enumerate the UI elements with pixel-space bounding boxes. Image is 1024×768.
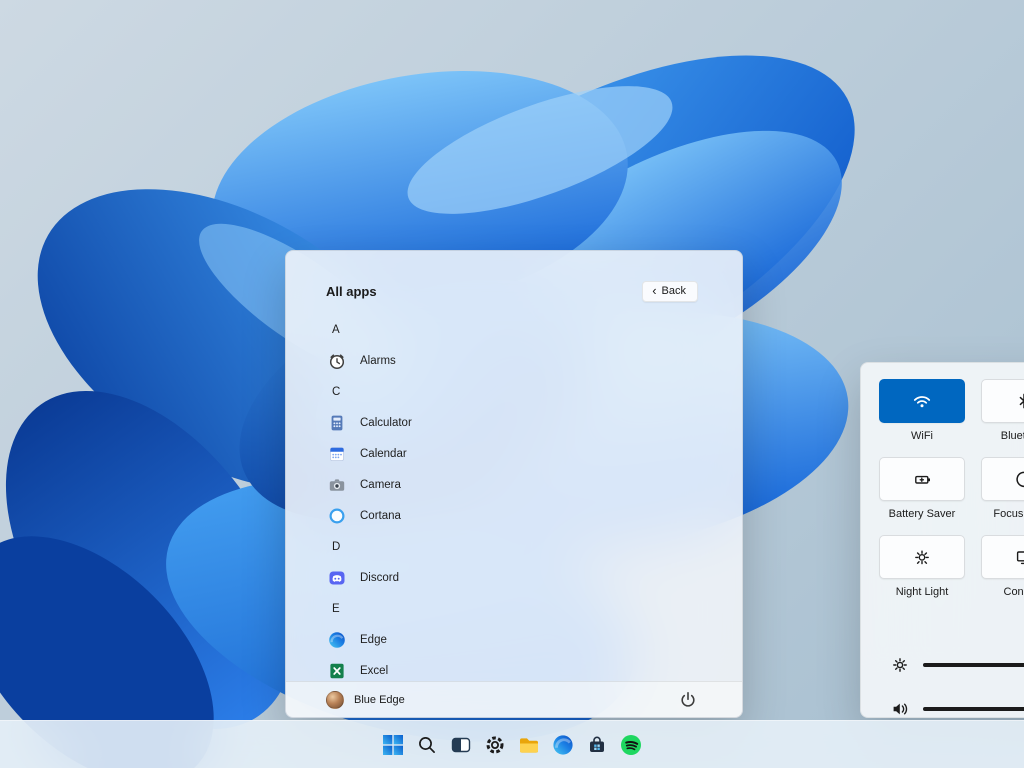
gear-icon bbox=[484, 734, 506, 756]
app-row-camera[interactable]: Camera bbox=[326, 469, 702, 500]
all-apps-header: All apps ‹ Back bbox=[286, 251, 742, 308]
wifi-icon bbox=[912, 391, 932, 411]
app-row-alarms[interactable]: Alarms bbox=[326, 345, 702, 376]
app-label: Excel bbox=[360, 665, 388, 677]
sun-icon bbox=[912, 547, 932, 567]
brightness-slider[interactable] bbox=[923, 663, 1024, 667]
alarms-icon bbox=[327, 351, 347, 371]
user-name: Blue Edge bbox=[354, 694, 405, 706]
excel-icon bbox=[327, 661, 347, 681]
qs-label: Night Light bbox=[896, 586, 949, 598]
section-letter-a[interactable]: A bbox=[326, 314, 702, 345]
edge-icon bbox=[552, 734, 574, 756]
taskbar-icon-group bbox=[376, 725, 648, 765]
page-title: All apps bbox=[326, 284, 377, 299]
focus-assist-tile[interactable] bbox=[981, 457, 1024, 501]
task-view-button[interactable] bbox=[444, 725, 478, 765]
power-button[interactable] bbox=[674, 686, 702, 714]
app-row-cortana[interactable]: Cortana bbox=[326, 500, 702, 531]
app-row-calendar[interactable]: Calendar bbox=[326, 438, 702, 469]
volume-slider-row bbox=[891, 699, 1024, 719]
back-label: Back bbox=[662, 285, 686, 297]
discord-icon bbox=[327, 568, 347, 588]
app-label: Edge bbox=[360, 634, 387, 646]
taskbar bbox=[0, 720, 1024, 768]
qs-cell-focus-assist: Focus assist bbox=[981, 457, 1024, 533]
volume-icon bbox=[891, 700, 909, 718]
power-icon bbox=[678, 690, 698, 710]
app-label: Calendar bbox=[360, 448, 407, 460]
edge-button[interactable] bbox=[546, 725, 580, 765]
spotify-button[interactable] bbox=[614, 725, 648, 765]
settings-button[interactable] bbox=[478, 725, 512, 765]
brightness-icon bbox=[891, 656, 909, 674]
app-row-discord[interactable]: Discord bbox=[326, 562, 702, 593]
app-row-edge[interactable]: Edge bbox=[326, 624, 702, 655]
store-bag-icon bbox=[586, 734, 608, 756]
qs-cell-bluetooth: Bluetooth bbox=[981, 379, 1024, 455]
section-letter-e[interactable]: E bbox=[326, 593, 702, 624]
battery-saver-tile[interactable] bbox=[879, 457, 965, 501]
app-row-calculator[interactable]: Calculator bbox=[326, 407, 702, 438]
search-button[interactable] bbox=[410, 725, 444, 765]
edge-icon bbox=[327, 630, 347, 650]
calendar-icon bbox=[327, 444, 347, 464]
chevron-left-icon: ‹ bbox=[652, 286, 656, 296]
start-menu-all-apps: All apps ‹ Back A Alarms C Calculator Ca… bbox=[285, 250, 743, 718]
night-light-tile[interactable] bbox=[879, 535, 965, 579]
app-label: Cortana bbox=[360, 510, 401, 522]
qs-label: WiFi bbox=[911, 430, 933, 442]
battery-saver-icon bbox=[912, 469, 932, 489]
apps-list: A Alarms C Calculator Calendar Camera bbox=[286, 308, 742, 681]
start-button[interactable] bbox=[376, 725, 410, 765]
user-profile-button[interactable]: Blue Edge bbox=[326, 691, 405, 709]
spotify-icon bbox=[620, 734, 642, 756]
qs-cell-connect: Connect bbox=[981, 535, 1024, 611]
start-menu-footer: Blue Edge bbox=[286, 681, 742, 717]
qs-label: Connect bbox=[1004, 586, 1024, 598]
connect-tile[interactable] bbox=[981, 535, 1024, 579]
back-button[interactable]: ‹ Back bbox=[642, 281, 698, 302]
cortana-icon bbox=[327, 506, 347, 526]
file-explorer-button[interactable] bbox=[512, 725, 546, 765]
qs-cell-battery-saver: Battery Saver bbox=[879, 457, 965, 533]
app-label: Alarms bbox=[360, 355, 396, 367]
search-icon bbox=[416, 734, 438, 756]
bluetooth-tile[interactable] bbox=[981, 379, 1024, 423]
qs-cell-night-light: Night Light bbox=[879, 535, 965, 611]
section-letter-d[interactable]: D bbox=[326, 531, 702, 562]
volume-slider[interactable] bbox=[923, 707, 1024, 711]
quick-settings-panel: WiFi Bluetooth Battery Saver Focus assis… bbox=[860, 362, 1024, 718]
calculator-icon bbox=[327, 413, 347, 433]
windows-logo-icon bbox=[382, 734, 404, 756]
quick-settings-grid: WiFi Bluetooth Battery Saver Focus assis… bbox=[879, 379, 1024, 611]
moon-icon bbox=[1014, 469, 1024, 489]
app-label: Camera bbox=[360, 479, 401, 491]
wifi-tile[interactable] bbox=[879, 379, 965, 423]
qs-label: Focus assist bbox=[993, 508, 1024, 520]
bluetooth-icon bbox=[1014, 391, 1024, 411]
camera-icon bbox=[327, 475, 347, 495]
app-row-excel[interactable]: Excel bbox=[326, 655, 702, 681]
brightness-slider-row bbox=[891, 655, 1024, 675]
store-button[interactable] bbox=[580, 725, 614, 765]
app-label: Calculator bbox=[360, 417, 412, 429]
folder-icon bbox=[518, 734, 540, 756]
qs-label: Bluetooth bbox=[1001, 430, 1024, 442]
avatar bbox=[326, 691, 344, 709]
section-letter-c[interactable]: C bbox=[326, 376, 702, 407]
qs-label: Battery Saver bbox=[889, 508, 956, 520]
connect-icon bbox=[1014, 547, 1024, 567]
app-label: Discord bbox=[360, 572, 399, 584]
task-view-icon bbox=[450, 734, 472, 756]
qs-cell-wifi: WiFi bbox=[879, 379, 965, 455]
